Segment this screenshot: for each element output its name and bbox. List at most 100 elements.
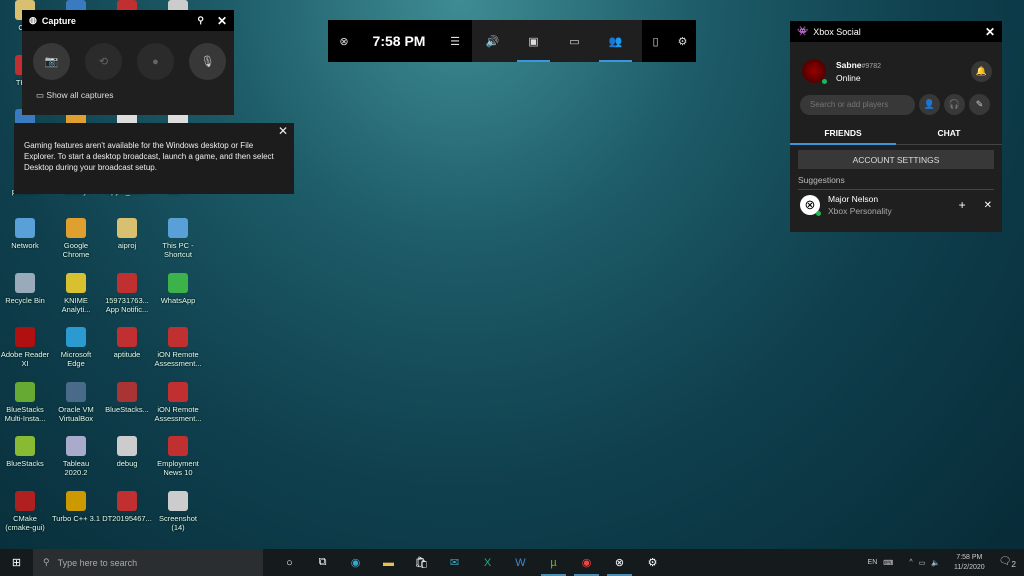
friend-name: Major Nelson	[828, 194, 879, 204]
app-icon	[168, 436, 188, 456]
audio-icon[interactable]: 🔊	[472, 20, 513, 62]
app-icon	[15, 436, 35, 456]
app-icon	[66, 272, 86, 293]
desktop-icon[interactable]: BlueStacks...	[102, 376, 152, 430]
store-icon[interactable]: 🛍	[405, 549, 438, 576]
close-icon[interactable]: ✕	[985, 25, 995, 39]
chevron-up-icon[interactable]: ^	[909, 559, 912, 566]
capture-widget-icon[interactable]: ▣	[513, 20, 554, 62]
screenshot-button[interactable]: 📷	[33, 43, 70, 80]
taskbar-search[interactable]: ⚲ Type here to search	[33, 549, 263, 576]
status-text: Online	[836, 72, 861, 83]
task-view-icon[interactable]: ⧉	[306, 549, 339, 576]
desktop-icon-label: Microsoft Edge	[60, 350, 92, 368]
mouse-icon[interactable]: ▯	[642, 20, 669, 62]
app-icon	[15, 218, 35, 238]
record-last-button[interactable]: ⟲	[85, 43, 122, 80]
search-placeholder: Type here to search	[57, 557, 138, 568]
menu-icon[interactable]: ☰	[438, 20, 472, 62]
desktop-icon[interactable]: Tableau 2020.2	[51, 430, 101, 484]
desktop-icon[interactable]: Recycle Bin	[0, 267, 50, 321]
desktop-icon-label: WhatsApp	[160, 295, 196, 305]
desktop-icon[interactable]: BlueStacks Multi-Insta...	[0, 376, 50, 430]
desktop-icon[interactable]: 159731763... App Notific...	[102, 267, 152, 321]
desktop-icon[interactable]: aptitude	[102, 321, 152, 375]
clock: 7:58 PM	[372, 33, 426, 49]
edge-icon[interactable]: ◉	[339, 549, 372, 576]
desktop-icon[interactable]: WhatsApp	[153, 267, 203, 321]
account-settings-button[interactable]: ACCOUNT SETTINGS	[798, 150, 994, 169]
clock[interactable]: 7:58 PM 11/2/2020	[954, 553, 985, 573]
party-chat-button[interactable]: 🎧	[944, 94, 965, 115]
notifications-button[interactable]: 🔔	[971, 60, 992, 82]
app-icon	[66, 436, 86, 456]
add-friend-button[interactable]: 👤	[919, 94, 940, 115]
xbox-social-icon[interactable]: 👥	[595, 20, 636, 62]
capture-widget: ◍ Capture ⚲ ✕ 📷 ⟲ ● 🎙 ▭ Show all captures	[22, 10, 234, 115]
start-button[interactable]: ⊞	[0, 549, 33, 576]
desktop-icon[interactable]: iON Remote Assessment...	[153, 376, 203, 430]
app-icon	[117, 272, 137, 293]
close-icon[interactable]: ✕	[217, 14, 227, 28]
desktop-icon[interactable]: This PC - Shortcut	[153, 212, 203, 266]
taskbar-date: 11/2/2020	[954, 563, 985, 571]
friend-suggestion-item[interactable]: ⊗ Major Nelson Xbox Personality + ✕	[790, 190, 1002, 220]
tab-chat[interactable]: CHAT	[896, 121, 1002, 144]
notification-count: 2	[1011, 559, 1016, 569]
desktop-icon[interactable]: Screenshot (14)	[153, 485, 203, 539]
desktop-icon[interactable]: KNIME Analyti...	[51, 267, 101, 321]
app-icon	[168, 272, 188, 293]
desktop-icon[interactable]: CMake (cmake-gui)	[0, 485, 50, 539]
show-all-captures-link[interactable]: ▭ Show all captures	[22, 80, 234, 101]
gallery-icon: ▭	[36, 90, 45, 100]
app-icon	[15, 272, 35, 293]
desktop-icon[interactable]: aiproj	[102, 212, 152, 266]
desktop-icon[interactable]: Turbo C++ 3.1	[51, 485, 101, 539]
performance-icon[interactable]: ▭	[554, 20, 595, 62]
desktop-icon[interactable]: Network	[0, 212, 50, 266]
file-explorer-icon[interactable]: ▬	[372, 549, 405, 576]
settings-icon[interactable]: ⚙	[636, 549, 669, 576]
search-players-input[interactable]	[800, 94, 915, 115]
excel-icon[interactable]: X	[471, 549, 504, 576]
cortana-icon[interactable]: ○	[273, 549, 306, 576]
new-message-button[interactable]: ✎	[969, 94, 990, 115]
taskbar: ⊞ ⚲ Type here to search ○ ⧉ ◉ ▬ 🛍 ✉ X W µ…	[0, 549, 1024, 576]
utorrent-icon[interactable]: µ	[537, 549, 570, 576]
settings-icon[interactable]: ⚙	[669, 20, 696, 62]
dismiss-icon[interactable]: ✕	[984, 200, 992, 211]
desktop-icon[interactable]: iON Remote Assessment...	[153, 321, 203, 375]
desktop-icon-label: BlueStacks Multi-Insta...	[4, 404, 46, 423]
desktop-icon[interactable]: debug	[102, 430, 152, 484]
language-indicator[interactable]: EN	[868, 559, 878, 566]
start-recording-button[interactable]: ●	[137, 43, 174, 80]
desktop-icon-label: Network	[11, 241, 39, 250]
close-icon[interactable]: ✕	[278, 125, 288, 137]
desktop-icon[interactable]: DT20195467...	[102, 485, 152, 539]
xbox-avatar-icon: ⊗	[800, 195, 821, 216]
add-icon[interactable]: +	[959, 198, 966, 212]
avatar[interactable]	[802, 59, 827, 84]
volume-icon[interactable]: 🔈	[931, 559, 940, 567]
tooltip-text: Gaming features aren't available for the…	[24, 141, 274, 172]
xbox-icon[interactable]: ⊗	[603, 549, 636, 576]
keyboard-icon[interactable]: ⌨	[883, 559, 893, 567]
desktop-icon[interactable]: Google Chrome	[51, 212, 101, 266]
mail-icon[interactable]: ✉	[438, 549, 471, 576]
word-icon[interactable]: W	[504, 549, 537, 576]
chrome-icon[interactable]: ◉	[570, 549, 603, 576]
desktop-icon[interactable]: Adobe Reader XI	[0, 321, 50, 375]
desktop-icon[interactable]: Oracle VM VirtualBox	[51, 376, 101, 430]
notification-center-icon[interactable]: 🗨2	[999, 556, 1016, 569]
desktop-icon[interactable]: Employment News 10	[153, 430, 203, 484]
gaming-unavailable-tooltip: ✕ Gaming features aren't available for t…	[14, 123, 294, 194]
pin-icon[interactable]: ⚲	[197, 15, 204, 26]
network-icon[interactable]: ▭	[919, 559, 926, 567]
desktop-icon[interactable]: Microsoft Edge	[51, 321, 101, 375]
xbox-icon[interactable]: ⊗	[328, 20, 360, 62]
desktop-icon[interactable]: BlueStacks	[0, 430, 50, 484]
tab-friends[interactable]: FRIENDS	[790, 121, 896, 145]
capture-icon: ◍	[29, 15, 37, 25]
app-icon	[66, 381, 86, 402]
mic-toggle-button[interactable]: 🎙	[189, 43, 226, 80]
